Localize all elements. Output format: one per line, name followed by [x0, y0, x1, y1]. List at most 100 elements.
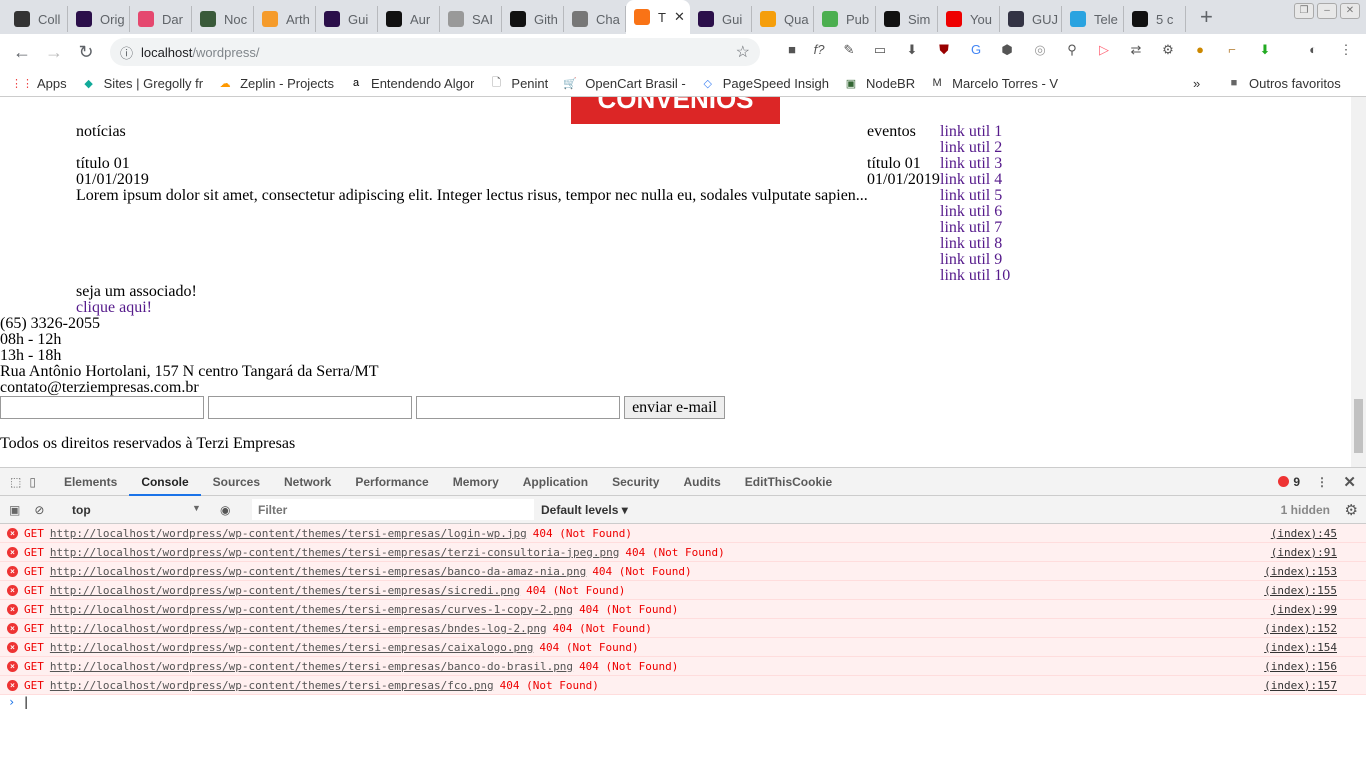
browser-tab[interactable]: You	[938, 6, 1000, 32]
resource-url[interactable]: http://localhost/wordpress/wp-content/th…	[50, 660, 573, 673]
clear-console-icon[interactable]: ⊘	[34, 503, 44, 517]
message-input[interactable]	[416, 396, 620, 419]
console-settings-icon[interactable]: ⚙	[1345, 501, 1358, 519]
bookmark-item[interactable]: ☁ Zeplin - Projects	[217, 75, 334, 91]
browser-tab[interactable]: Aur	[378, 6, 440, 32]
browser-tab[interactable]: Qua	[752, 6, 814, 32]
useful-link[interactable]: link util 3	[940, 156, 1010, 172]
close-devtools-icon[interactable]: ✕	[1343, 473, 1356, 491]
forward-button[interactable]: →	[38, 42, 70, 63]
bookmark-item[interactable]: 🗋 Penint	[488, 75, 548, 91]
browser-tab[interactable]: Orig	[68, 6, 130, 32]
bookmark-star-icon[interactable]: ☆	[736, 42, 750, 62]
download-icon[interactable]: ⬇	[903, 42, 921, 60]
new-tab-button[interactable]: +	[1200, 4, 1213, 30]
resource-url[interactable]: http://localhost/wordpress/wp-content/th…	[50, 622, 547, 635]
browser-tab[interactable]: Gui	[316, 6, 378, 32]
convenios-banner[interactable]: CONVENIOS	[571, 97, 780, 124]
resource-url[interactable]: http://localhost/wordpress/wp-content/th…	[50, 546, 620, 559]
devtools-tab[interactable]: Performance	[343, 468, 440, 496]
devtools-tab[interactable]: Security	[600, 468, 671, 496]
error-counter[interactable]: 9	[1278, 475, 1300, 489]
useful-link[interactable]: link util 6	[940, 204, 1010, 220]
console-prompt[interactable]: › |	[0, 695, 1366, 714]
browser-tab[interactable]: Coll	[6, 6, 68, 32]
useful-link[interactable]: link util 8	[940, 236, 1010, 252]
source-link[interactable]: (index):156	[1264, 660, 1337, 673]
browser-tab[interactable]: Tele	[1062, 6, 1124, 32]
chrome-extension-icon[interactable]: ⬇	[1256, 42, 1274, 60]
devtools-tab[interactable]: Sources	[201, 468, 272, 496]
source-link[interactable]: (index):99	[1271, 603, 1337, 616]
source-link[interactable]: (index):154	[1264, 641, 1337, 654]
reload-button[interactable]: ↻	[70, 42, 102, 63]
cookie-icon[interactable]: ●	[1191, 42, 1209, 60]
bookmark-item[interactable]: ▣ NodeBR	[843, 75, 915, 91]
browser-tab[interactable]: Gui	[690, 6, 752, 32]
resource-url[interactable]: http://localhost/wordpress/wp-content/th…	[50, 584, 520, 597]
source-link[interactable]: (index):91	[1271, 546, 1337, 559]
useful-link[interactable]: link util 7	[940, 220, 1010, 236]
gear-extension-icon[interactable]: ⚙	[1159, 42, 1177, 60]
useful-link[interactable]: link util 9	[940, 252, 1010, 268]
close-tab-icon[interactable]: ✕	[674, 9, 685, 25]
browser-tab[interactable]: Gith	[502, 6, 564, 32]
close-window-button[interactable]: ✕	[1340, 3, 1360, 19]
source-link[interactable]: (index):157	[1264, 679, 1337, 692]
source-link[interactable]: (index):155	[1264, 584, 1337, 597]
bookmark-item[interactable]: a Entendendo Algor	[348, 75, 474, 91]
page-scrollbar[interactable]	[1351, 97, 1366, 467]
browser-tab[interactable]: T ✕	[626, 0, 690, 34]
eye-icon[interactable]: ◉	[220, 503, 230, 517]
bookmark-item[interactable]: ⋮⋮ Apps	[14, 75, 67, 91]
useful-link[interactable]: link util 4	[940, 172, 1010, 188]
more-options-icon[interactable]: ⋮	[1316, 475, 1328, 489]
useful-link[interactable]: link util 2	[940, 140, 1010, 156]
extension-circle-icon[interactable]: ◎	[1031, 42, 1049, 60]
avatar[interactable]: ◐	[1304, 42, 1322, 60]
devtools-tab[interactable]: Memory	[441, 468, 511, 496]
extension-arrow-icon[interactable]: ▷	[1095, 42, 1113, 60]
devtools-tab[interactable]: Console	[129, 468, 201, 496]
log-levels-dropdown[interactable]: Default levels ▾	[541, 503, 628, 517]
browser-tab[interactable]: Noc	[192, 6, 254, 32]
whatfont-icon[interactable]: f?	[810, 42, 828, 60]
resource-url[interactable]: http://localhost/wordpress/wp-content/th…	[50, 527, 527, 540]
eyedropper-icon[interactable]: ✎	[840, 42, 858, 60]
bookmark-item[interactable]: ◇ PageSpeed Insigh	[700, 75, 829, 91]
translate-icon[interactable]: G	[967, 42, 985, 60]
inspect-icon[interactable]: ⬚	[10, 475, 21, 489]
devtools-tab[interactable]: Audits	[671, 468, 732, 496]
browser-tab[interactable]: 5 c	[1124, 6, 1186, 32]
bookmark-item[interactable]: M Marcelo Torres - V	[929, 75, 1059, 91]
browser-tab[interactable]: GUJ	[1000, 6, 1062, 32]
extension-icon[interactable]: ■	[783, 42, 801, 60]
send-email-button[interactable]: enviar e-mail	[624, 396, 725, 419]
bookmark-item[interactable]: 🛒 OpenCart Brasil -	[562, 75, 685, 91]
devtools-tab[interactable]: Elements	[52, 468, 129, 496]
source-link[interactable]: (index):153	[1264, 565, 1337, 578]
devtools-tab[interactable]: Application	[511, 468, 600, 496]
resource-url[interactable]: http://localhost/wordpress/wp-content/th…	[50, 565, 586, 578]
ublock-icon[interactable]: ⛊	[935, 42, 953, 60]
devtools-tab[interactable]: Network	[272, 468, 343, 496]
devtools-tab[interactable]: EditThisCookie	[733, 468, 844, 496]
resource-url[interactable]: http://localhost/wordpress/wp-content/th…	[50, 603, 573, 616]
context-select[interactable]: top ▼	[72, 503, 201, 517]
menu-icon[interactable]: ⋮	[1337, 42, 1355, 60]
browser-tab[interactable]: Pub	[814, 6, 876, 32]
back-button[interactable]: ←	[6, 42, 38, 63]
scrollbar-thumb[interactable]	[1354, 399, 1363, 453]
source-link[interactable]: (index):152	[1264, 622, 1337, 635]
useful-link[interactable]: link util 5	[940, 188, 1010, 204]
useful-link[interactable]: link util 10	[940, 268, 1010, 284]
cube-icon[interactable]: ⬢	[998, 42, 1016, 60]
restore-button[interactable]: ❐	[1294, 3, 1314, 19]
useful-link[interactable]: link util 1	[940, 124, 1010, 140]
name-input[interactable]	[0, 396, 204, 419]
browser-tab[interactable]: SAI	[440, 6, 502, 32]
resource-url[interactable]: http://localhost/wordpress/wp-content/th…	[50, 679, 494, 692]
cast-icon[interactable]: ⇄	[1127, 42, 1145, 60]
browser-tab[interactable]: Dar	[130, 6, 192, 32]
address-bar[interactable]: ⓘ localhost/wordpress/ ☆	[110, 38, 760, 66]
